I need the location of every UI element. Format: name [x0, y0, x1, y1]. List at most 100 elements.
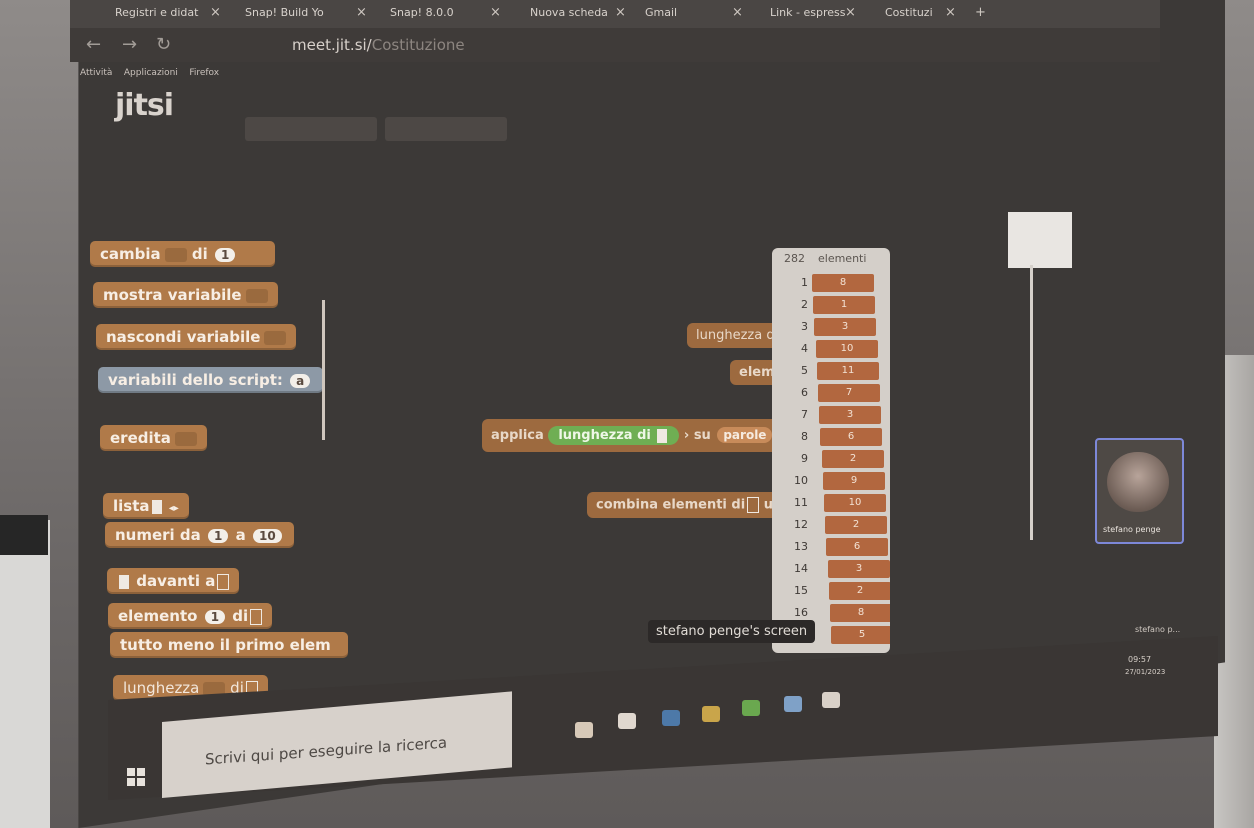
davanti-block[interactable]: davanti a [107, 568, 240, 594]
dropdown-icon[interactable] [174, 431, 197, 446]
close-icon[interactable]: × [845, 5, 856, 20]
eredita-block[interactable]: eredita [100, 425, 207, 451]
numeri-from[interactable]: 1 [208, 529, 229, 543]
new-tab-icon[interactable]: + [975, 5, 986, 20]
close-icon[interactable]: × [732, 5, 743, 20]
elemento-label: elemento [118, 607, 198, 625]
close-icon[interactable]: × [356, 5, 367, 20]
chrome-icon[interactable] [784, 696, 802, 712]
row-index: 11 [794, 496, 808, 509]
nascondi-label: nascondi variabile [106, 328, 261, 346]
taskbar-app-icon[interactable] [822, 692, 840, 708]
dropdown-icon[interactable] [164, 247, 187, 262]
list-cell[interactable]: 5 [831, 626, 890, 644]
list-cell[interactable]: 3 [828, 560, 890, 578]
tutto-meno-block[interactable]: tutto meno il primo elem [110, 632, 348, 658]
tab-registri[interactable]: Registri e didat [115, 6, 198, 19]
elemento-block[interactable]: elemento 1 di [108, 603, 273, 629]
list-cell[interactable]: 7 [818, 384, 880, 402]
list-cell[interactable]: 8 [830, 604, 890, 622]
list-cell[interactable]: 3 [814, 318, 876, 336]
variabili-label: variabili dello script: [108, 371, 283, 389]
lista-block[interactable]: lista ◂▸ [103, 493, 189, 519]
list-cell[interactable]: 2 [829, 582, 890, 600]
lunghezza-di-ring[interactable]: lunghezza di [548, 426, 680, 445]
tab-snap-build[interactable]: Snap! Build Yo [245, 6, 324, 19]
tab-snap-800[interactable]: Snap! 8.0.0 [390, 6, 454, 19]
input-slot[interactable] [119, 574, 129, 589]
numeri-to[interactable]: 10 [252, 529, 282, 543]
tab-link[interactable]: Link - espress [770, 6, 845, 19]
windows-start-icon[interactable] [127, 768, 145, 786]
row-index: 5 [801, 364, 808, 377]
list-cell[interactable]: 2 [825, 516, 887, 534]
palette-divider [322, 300, 325, 440]
cambia-block[interactable]: cambia di 1 [90, 241, 275, 267]
arrow-right-icon[interactable]: › [684, 428, 689, 443]
back-icon[interactable]: ← [86, 34, 101, 55]
row-index: 2 [801, 298, 808, 311]
list-icon [250, 608, 263, 625]
scrollbar[interactable] [1030, 265, 1033, 540]
dropdown-icon[interactable] [245, 288, 268, 303]
taskbar-app-icon[interactable] [662, 710, 680, 726]
dropdown-icon[interactable] [264, 330, 287, 345]
close-icon[interactable]: × [210, 5, 221, 20]
participant-video[interactable]: stefano penge [1095, 438, 1184, 544]
parole-variable[interactable]: parole [717, 427, 773, 443]
list-cell[interactable]: 10 [824, 494, 886, 512]
jitsi-logo: jitsi [115, 88, 174, 123]
close-icon[interactable]: × [490, 5, 501, 20]
close-icon[interactable]: × [615, 5, 626, 20]
taskbar-app-icon[interactable] [575, 722, 593, 738]
variabili-slot[interactable]: a [290, 374, 311, 388]
list-cell[interactable]: 9 [823, 472, 885, 490]
list-cell[interactable]: 6 [826, 538, 888, 556]
stage[interactable] [1008, 212, 1072, 268]
list-watcher[interactable]: 282 elementi 1 8 2 1 3 3 4 10 5 11 6 7 7 3 8 6 9 2 10 9 11 10… [772, 248, 890, 653]
participant-name: stefano penge [1103, 525, 1161, 534]
input-slot[interactable] [657, 428, 668, 443]
folder-icon[interactable] [702, 706, 720, 722]
taskbar-app-icon[interactable] [618, 713, 636, 729]
menu-attivita[interactable]: Attività [80, 68, 112, 78]
row-index: 12 [794, 518, 808, 531]
tab-gmail[interactable]: Gmail [645, 6, 677, 19]
list-cell[interactable]: 11 [817, 362, 879, 380]
arrows-icon[interactable]: ◂▸ [169, 503, 179, 514]
row-index: 9 [801, 452, 808, 465]
browser-tab-bar: Registri e didat × Snap! Build Yo × Snap… [70, 0, 1160, 28]
combina-block[interactable]: combina elementi di usan [587, 492, 795, 518]
tab-costituzione[interactable]: Costituzi [885, 6, 933, 19]
input-slot[interactable] [151, 499, 162, 514]
menu-applicazioni[interactable]: Applicazioni [124, 68, 178, 78]
list-cell[interactable]: 6 [820, 428, 882, 446]
url-bar: ← → ↻ meet.jit.si/Costituzione [70, 28, 1160, 62]
list-cell[interactable]: 8 [812, 274, 874, 292]
address-field[interactable]: meet.jit.si/Costituzione [292, 36, 465, 54]
row-index: 3 [801, 320, 808, 333]
list-icon [217, 573, 230, 590]
inner-tab [385, 117, 507, 141]
list-cell[interactable]: 3 [819, 406, 881, 424]
menu-firefox[interactable]: Firefox [189, 68, 219, 78]
mostra-label: mostra variabile [103, 286, 242, 304]
close-icon[interactable]: × [945, 5, 956, 20]
url-host: meet.jit.si/ [292, 36, 372, 54]
nascondi-variabile-block[interactable]: nascondi variabile [96, 324, 297, 350]
applica-block[interactable]: applica lunghezza di › su parole [482, 419, 784, 452]
list-cell[interactable]: 10 [816, 340, 878, 358]
participant-avatar [1107, 452, 1169, 512]
taskbar-app-icon[interactable] [742, 700, 760, 716]
list-cell[interactable]: 1 [813, 296, 875, 314]
elemento-di: di [232, 607, 249, 625]
cambia-value[interactable]: 1 [215, 248, 236, 262]
elemento-value[interactable]: 1 [204, 610, 226, 624]
tab-nuova-scheda[interactable]: Nuova scheda [530, 6, 608, 19]
numeri-block[interactable]: numeri da 1 a 10 [105, 522, 294, 548]
forward-icon[interactable]: → [122, 34, 137, 55]
variabili-script-block[interactable]: variabili dello script: a [98, 367, 323, 393]
mostra-variabile-block[interactable]: mostra variabile [93, 282, 278, 308]
list-cell[interactable]: 2 [822, 450, 884, 468]
reload-icon[interactable]: ↻ [156, 34, 171, 55]
